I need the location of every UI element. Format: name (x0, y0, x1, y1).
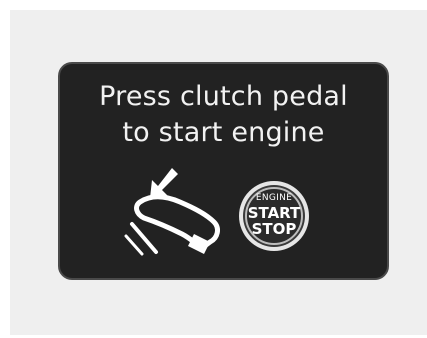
engine-start-stop-icon: ENGINE START STOP (236, 178, 312, 254)
cluster-warning-panel: Press clutch pedal to start engine ENGIN… (58, 62, 389, 280)
message-line-1: Press clutch pedal (99, 81, 348, 112)
stop-label: STOP (251, 220, 297, 238)
engine-label: ENGINE (255, 193, 293, 203)
start-label: START (247, 204, 301, 222)
foot-pedal-icon (122, 166, 232, 256)
message-line-2: to start engine (122, 117, 325, 148)
